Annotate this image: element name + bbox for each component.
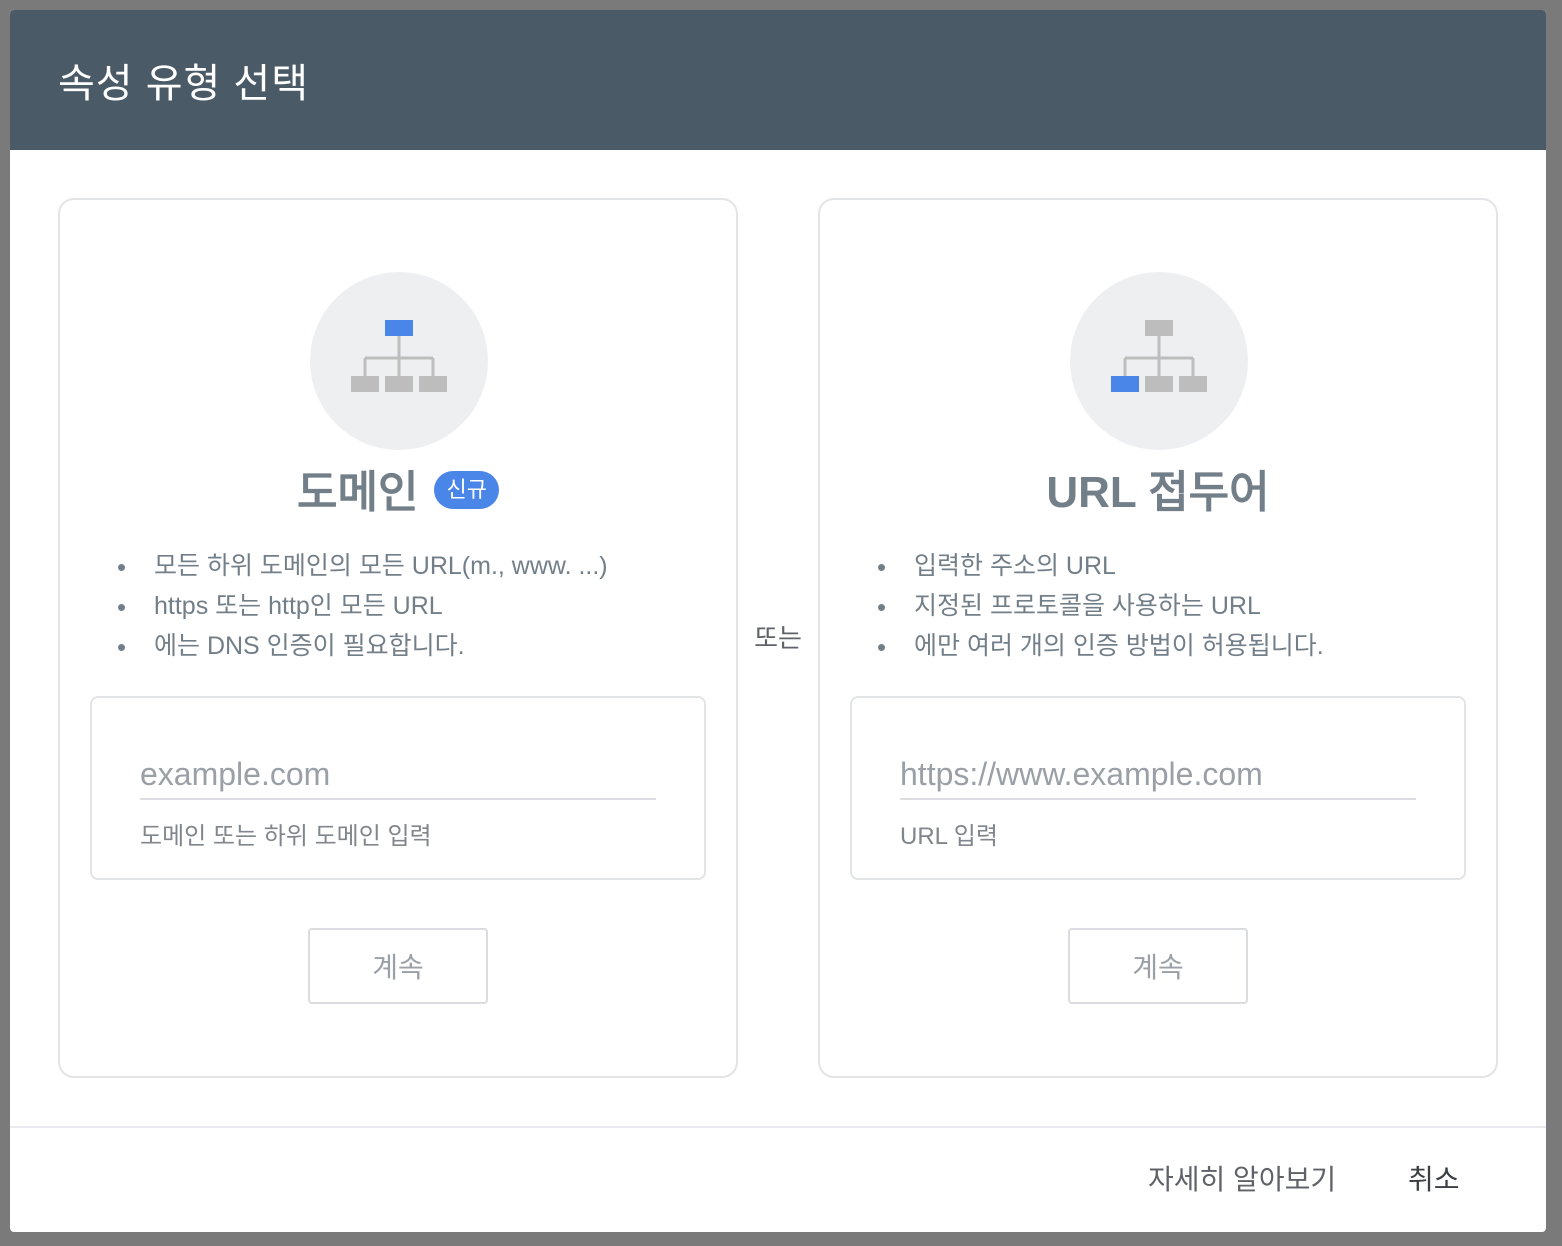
url-prefix-continue-button[interactable]: 계속 (1068, 928, 1248, 1004)
list-item: 에만 여러 개의 인증 방법이 허용됩니다. (876, 626, 1324, 666)
footer-divider (10, 1126, 1546, 1128)
list-item: 에는 DNS 인증이 필요합니다. (116, 626, 608, 666)
domain-input[interactable] (140, 750, 656, 800)
url-input[interactable] (900, 750, 1416, 800)
new-badge: 신규 (434, 471, 499, 509)
url-prefix-title-row: URL 접두어 (820, 456, 1496, 520)
domain-continue-button[interactable]: 계속 (308, 928, 488, 1004)
list-item: 지정된 프로토콜을 사용하는 URL (876, 586, 1324, 626)
sitemap-leaf-highlight-icon (1111, 320, 1207, 392)
list-item: https 또는 http인 모든 URL (116, 586, 608, 626)
domain-card: 도메인 신규 모든 하위 도메인의 모든 URL(m., www. ...) h… (58, 198, 738, 1078)
url-prefix-features-list: 입력한 주소의 URL 지정된 프로토콜을 사용하는 URL 에만 여러 개의 … (876, 546, 1324, 666)
cancel-button[interactable]: 취소 (1408, 1158, 1460, 1198)
sitemap-top-highlight-icon (351, 320, 447, 392)
list-item: 입력한 주소의 URL (876, 546, 1324, 586)
dialog-header: 속성 유형 선택 (10, 10, 1546, 150)
property-type-dialog: 속성 유형 선택 도메인 신규 모든 하위 도메인의 모든 URL(m., ww… (10, 10, 1546, 1232)
dialog-title: 속성 유형 선택 (58, 62, 310, 106)
domain-input-container: 도메인 또는 하위 도메인 입력 (90, 696, 706, 880)
domain-input-helper: 도메인 또는 하위 도메인 입력 (140, 823, 432, 850)
domain-features-list: 모든 하위 도메인의 모든 URL(m., www. ...) https 또는… (116, 546, 608, 666)
domain-sitemap-icon (310, 272, 488, 450)
learn-more-button[interactable]: 자세히 알아보기 (1148, 1158, 1336, 1198)
url-input-helper: URL 입력 (900, 823, 998, 850)
url-prefix-title: URL 접두어 (1046, 468, 1270, 517)
url-prefix-card: URL 접두어 입력한 주소의 URL 지정된 프로토콜을 사용하는 URL 에… (818, 198, 1498, 1078)
url-prefix-sitemap-icon (1070, 272, 1248, 450)
domain-title-row: 도메인 신규 (60, 456, 736, 520)
property-type-options: 도메인 신규 모든 하위 도메인의 모든 URL(m., www. ...) h… (58, 198, 1498, 1078)
or-separator: 또는 (754, 623, 802, 653)
domain-title: 도메인 (297, 468, 419, 517)
url-input-container: URL 입력 (850, 696, 1466, 880)
list-item: 모든 하위 도메인의 모든 URL(m., www. ...) (116, 546, 608, 586)
